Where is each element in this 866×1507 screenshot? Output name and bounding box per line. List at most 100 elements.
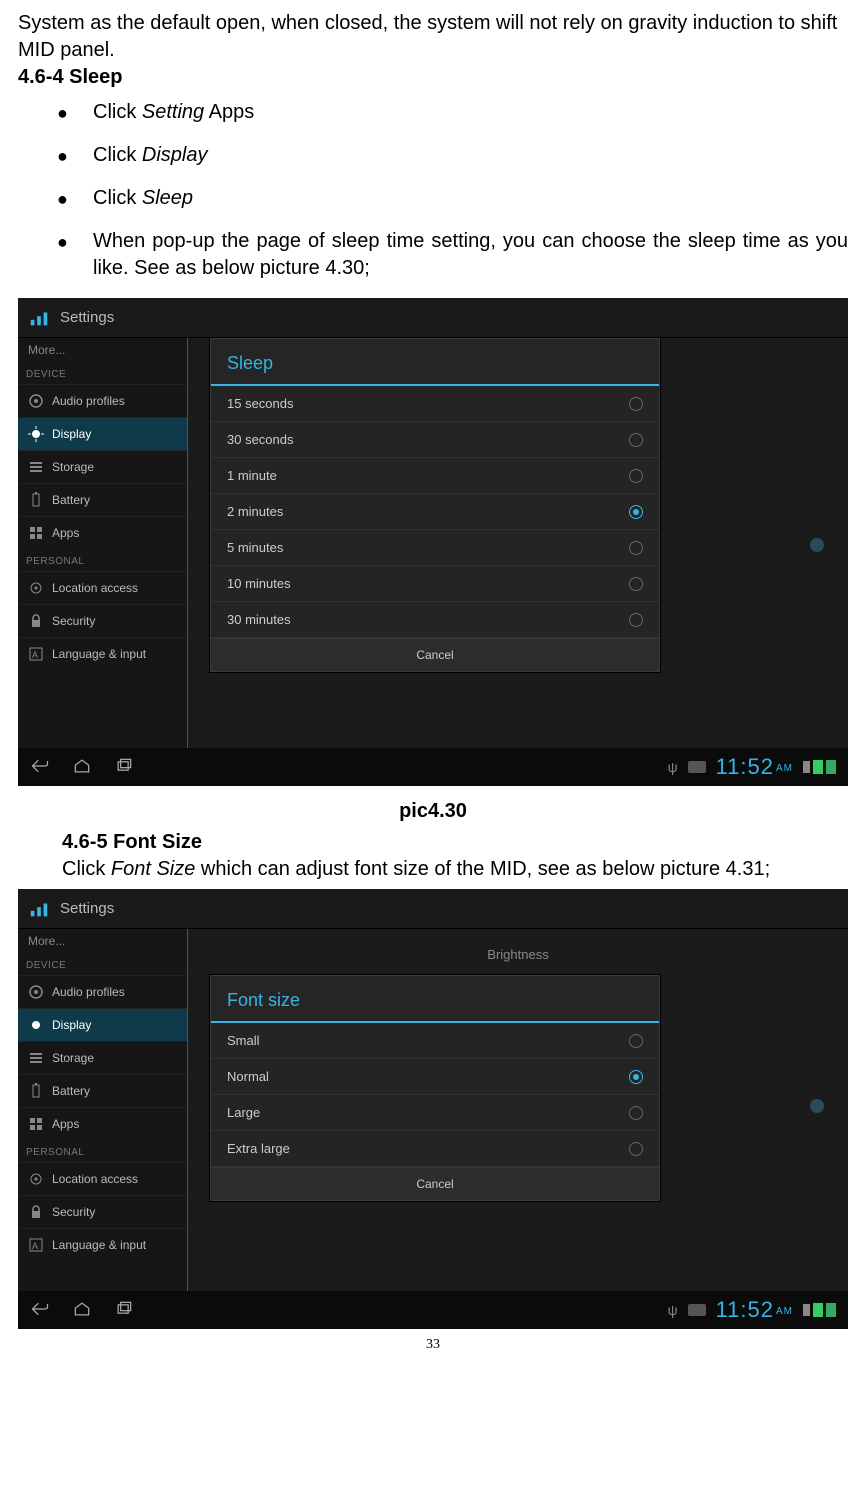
back-icon[interactable] [30,757,50,778]
svg-text:A: A [32,1241,38,1251]
main-panel: Sleep 15 seconds 30 seconds 1 minute 2 m… [188,338,848,748]
sidebar-item-language[interactable]: ALanguage & input [18,1228,187,1261]
sidebar-item-language[interactable]: ALanguage & input [18,637,187,670]
sidebar-item-storage[interactable]: Storage [18,1041,187,1074]
settings-title: Settings [60,309,114,326]
sidebar-item-battery[interactable]: Battery [18,483,187,516]
cancel-button[interactable]: Cancel [211,1167,659,1200]
cancel-button[interactable]: Cancel [211,638,659,671]
sidebar-category-personal: PERSONAL [18,1140,187,1162]
figure-caption-1: pic4.30 [18,800,848,823]
location-icon [28,580,44,596]
list-item: When pop-up the page of sleep time setti… [93,228,848,282]
usb-icon: ψ [668,1302,678,1318]
sidebar-item-security[interactable]: Security [18,1195,187,1228]
signal-icons [803,1303,836,1317]
titlebar: Settings [18,889,848,929]
language-icon: A [28,646,44,662]
sidebar-item-display[interactable]: Display [18,417,187,450]
sidebar-item-apps[interactable]: Apps [18,516,187,549]
radio-icon [629,1034,643,1048]
usb-icon: ψ [668,759,678,775]
sidebar-item-storage[interactable]: Storage [18,450,187,483]
location-icon [28,1171,44,1187]
intro-paragraph: System as the default open, when closed,… [18,10,848,64]
radio-icon [629,1142,643,1156]
radio-icon [629,577,643,591]
radio-icon [629,433,643,447]
radio-icon [629,505,643,519]
back-icon[interactable] [30,1300,50,1321]
sidebar-item-battery[interactable]: Battery [18,1074,187,1107]
fontsize-option[interactable]: Large [211,1095,659,1131]
decorative-dot [810,1099,824,1113]
background-brightness-label: Brightness [188,929,848,980]
titlebar: Settings [18,298,848,338]
signal-icons [803,760,836,774]
sleep-option[interactable]: 1 minute [211,458,659,494]
section-heading-fontsize: 4.6-5 Font Size [62,829,848,856]
screenshot-sleep: Settings More... DEVICE Audio profiles D… [18,298,848,786]
sidebar-item-audio[interactable]: Audio profiles [18,384,187,417]
sidebar-item-audio[interactable]: Audio profiles [18,975,187,1008]
sleep-option[interactable]: 15 seconds [211,386,659,422]
apps-icon [28,525,44,541]
list-item: Click Setting Apps [93,99,848,126]
fontsize-option[interactable]: Normal [211,1059,659,1095]
audio-icon [28,393,44,409]
debug-icon [688,761,706,773]
language-icon: A [28,1237,44,1253]
page-number: 33 [18,1337,848,1353]
sidebar-item-display[interactable]: Display [18,1008,187,1041]
sidebar-more[interactable]: More... [18,338,187,362]
audio-icon [28,984,44,1000]
fontsize-dialog: Font size Small Normal Large Extra large… [210,975,660,1201]
settings-icon [26,305,52,331]
recent-icon[interactable] [114,757,134,778]
fontsize-paragraph: Click Font Size which can adjust font si… [62,856,848,883]
sidebar-item-location[interactable]: Location access [18,571,187,604]
radio-icon [629,541,643,555]
battery-icon [28,1083,44,1099]
fontsize-option[interactable]: Small [211,1023,659,1059]
sidebar-category-device: DEVICE [18,953,187,975]
radio-icon [629,469,643,483]
section-heading-sleep: 4.6-4 Sleep [18,66,848,89]
clock: 11:52AM [716,754,793,780]
sleep-option[interactable]: 30 seconds [211,422,659,458]
sleep-option[interactable]: 30 minutes [211,602,659,638]
sidebar-category-device: DEVICE [18,362,187,384]
display-icon [28,1017,44,1033]
dialog-title: Font size [211,976,659,1023]
lock-icon [28,1204,44,1220]
nav-bar: ψ 11:52AM [18,748,848,786]
sidebar-item-security[interactable]: Security [18,604,187,637]
sleep-option[interactable]: 10 minutes [211,566,659,602]
list-item: Click Sleep [93,185,848,212]
sleep-dialog: Sleep 15 seconds 30 seconds 1 minute 2 m… [210,338,660,672]
sleep-option[interactable]: 2 minutes [211,494,659,530]
settings-sidebar: More... DEVICE Audio profiles Display St… [18,338,188,748]
fontsize-option[interactable]: Extra large [211,1131,659,1167]
sidebar-item-apps[interactable]: Apps [18,1107,187,1140]
radio-icon [629,1106,643,1120]
radio-icon [629,397,643,411]
lock-icon [28,613,44,629]
home-icon[interactable] [72,1300,92,1321]
nav-bar: ψ 11:52AM [18,1291,848,1329]
radio-icon [629,1070,643,1084]
clock: 11:52AM [716,1297,793,1323]
sidebar-item-location[interactable]: Location access [18,1162,187,1195]
settings-icon [26,896,52,922]
battery-icon [28,492,44,508]
radio-icon [629,613,643,627]
display-icon [28,426,44,442]
recent-icon[interactable] [114,1300,134,1321]
apps-icon [28,1116,44,1132]
home-icon[interactable] [72,757,92,778]
settings-sidebar: More... DEVICE Audio profiles Display St… [18,929,188,1291]
sidebar-more[interactable]: More... [18,929,187,953]
dialog-title: Sleep [211,339,659,386]
sleep-option[interactable]: 5 minutes [211,530,659,566]
storage-icon [28,459,44,475]
